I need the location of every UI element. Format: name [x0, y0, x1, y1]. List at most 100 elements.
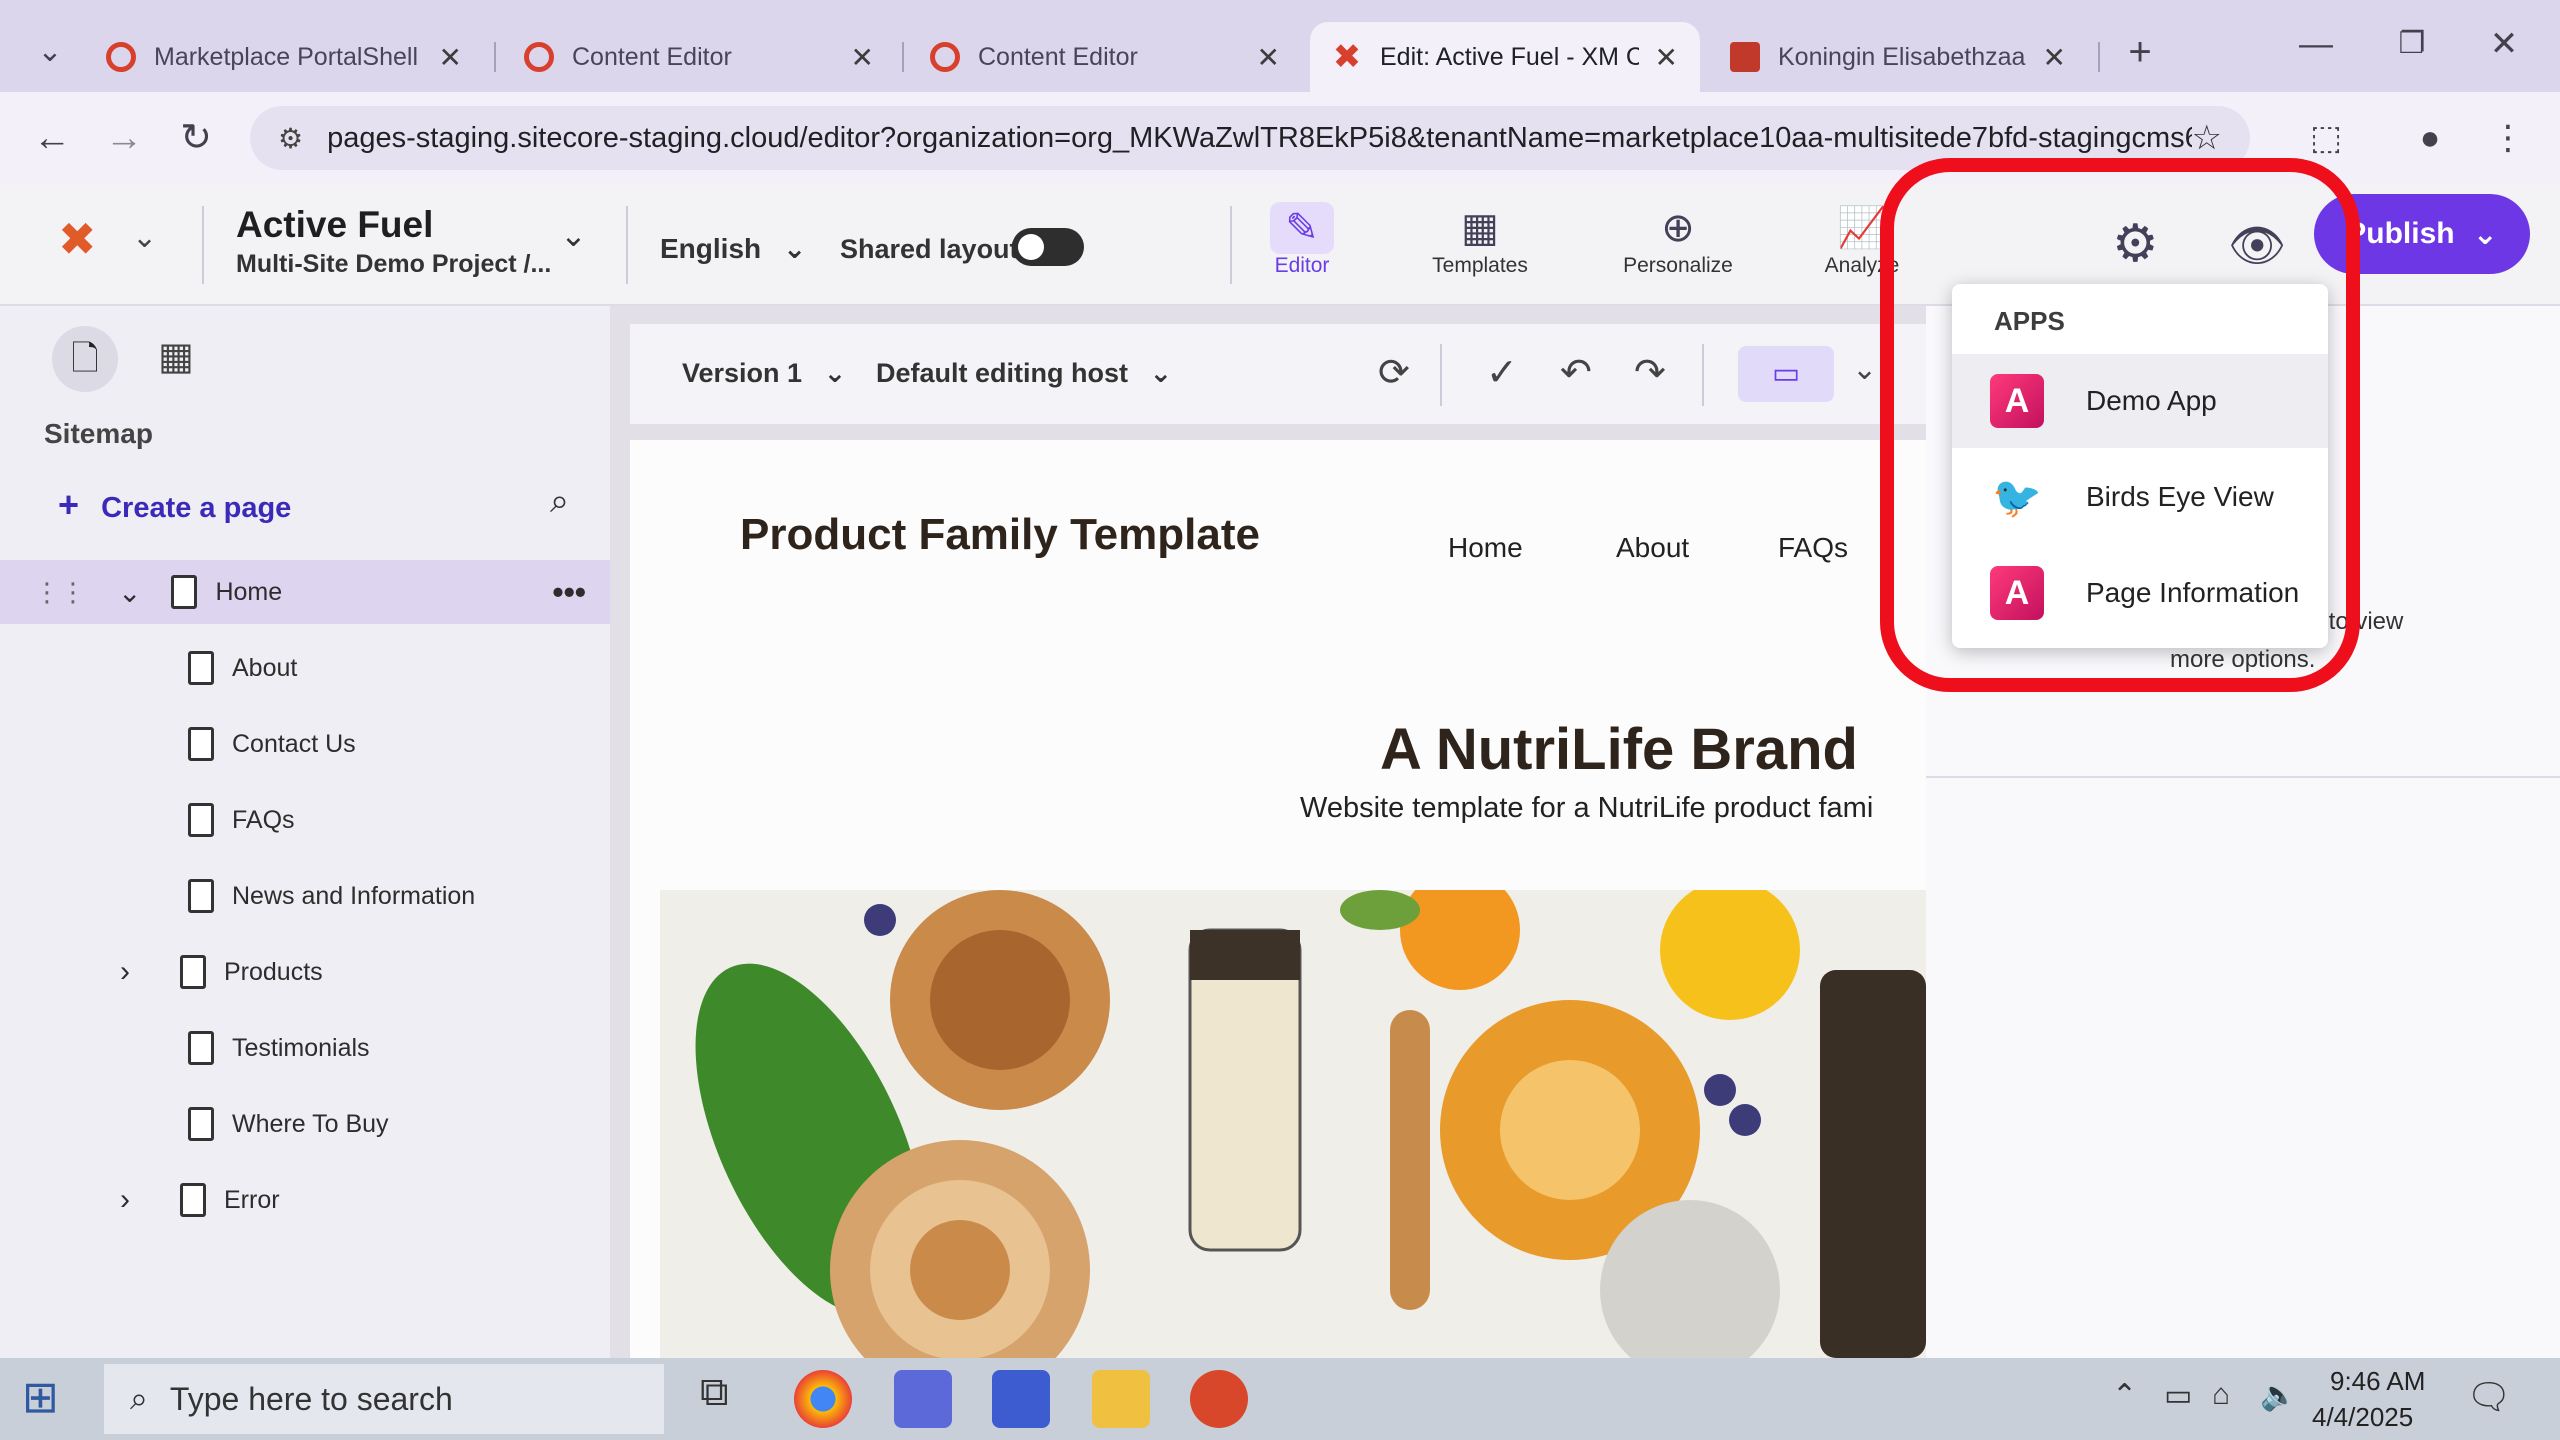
task-view-icon[interactable]: ⧉: [700, 1370, 729, 1415]
tab-divider: [494, 42, 496, 72]
restore-icon[interactable]: ❐: [2382, 14, 2442, 74]
sidebar-item-products[interactable]: › Products: [0, 940, 610, 1004]
sidebar-item-testimonials[interactable]: Testimonials: [0, 1016, 610, 1080]
page-nav-about[interactable]: About: [1616, 532, 1689, 564]
pages-icon[interactable]: 🗋: [52, 326, 118, 392]
file-explorer-icon[interactable]: [1092, 1370, 1150, 1428]
notifications-icon[interactable]: 🗨: [2466, 1376, 2512, 1418]
toolbar-divider: [1440, 344, 1442, 406]
site-title: Active Fuel: [236, 204, 434, 245]
sidebar-item-label: Products: [224, 957, 323, 986]
forward-icon[interactable]: →: [94, 108, 154, 168]
chevron-down-icon[interactable]: ⌄: [118, 576, 141, 609]
sitemap-title: Sitemap: [44, 418, 153, 449]
tab-label: Edit: Active Fuel - XM Clo: [1380, 42, 1639, 71]
page-nav-home[interactable]: Home: [1448, 532, 1523, 564]
personalize-tool[interactable]: ⊕ Personalize: [1608, 202, 1748, 278]
more-options-icon[interactable]: •••: [552, 574, 586, 611]
create-page-button[interactable]: + Create a page: [58, 484, 291, 526]
language-select[interactable]: English ⌄: [660, 232, 806, 265]
tab-label: Koningin Elisabethzaal - (: [1778, 42, 2027, 71]
sidebar-item-label: About: [232, 653, 298, 682]
clock-date[interactable]: 4/4/2025: [2312, 1402, 2413, 1433]
tab-search-chevron-icon[interactable]: ⌄: [20, 22, 80, 82]
taskbar-search-placeholder: Type here to search: [169, 1380, 453, 1417]
version-select[interactable]: Version 1 ⌄: [682, 358, 846, 389]
sidebar-item-contact-us[interactable]: Contact Us: [0, 712, 610, 776]
plus-icon: +: [58, 484, 80, 525]
drag-handle-icon[interactable]: ⋮⋮: [34, 577, 86, 608]
volume-icon[interactable]: 🔈: [2260, 1378, 2297, 1413]
templates-tool[interactable]: ▦ Templates: [1410, 202, 1550, 278]
site-settings-icon[interactable]: ⚙: [278, 122, 303, 155]
close-icon[interactable]: ✕: [851, 41, 874, 74]
tab-koningin[interactable]: Koningin Elisabethzaal - ( ✕: [1708, 22, 2088, 92]
windows-start-icon[interactable]: ⊞: [22, 1372, 59, 1423]
redo-icon[interactable]: ↷: [1634, 350, 1666, 395]
sidebar-item-news[interactable]: News and Information: [0, 864, 610, 928]
search-icon: ⌕: [130, 1380, 148, 1416]
site-chevron-icon[interactable]: ⌄: [560, 216, 587, 254]
browser-menu-icon[interactable]: ⋮: [2478, 108, 2538, 168]
sidebar-item-error[interactable]: › Error: [0, 1168, 610, 1232]
sidebar-item-home[interactable]: ⋮⋮ ⌄ Home •••: [0, 560, 610, 624]
chevron-right-icon[interactable]: ›: [120, 1183, 130, 1217]
device-chevron-icon[interactable]: ⌄: [1852, 352, 1877, 387]
sidebar-item-label: FAQs: [232, 805, 295, 834]
mail-app-icon[interactable]: [894, 1370, 952, 1428]
editor-tool[interactable]: ✎ Editor: [1232, 202, 1372, 278]
sidebar-item-about[interactable]: About: [0, 636, 610, 700]
panel-divider: [1926, 776, 2560, 778]
clock-time[interactable]: 9:46 AM: [2330, 1366, 2425, 1397]
tab-content-editor-1[interactable]: Content Editor ✕: [502, 22, 896, 92]
tab-label: Content Editor: [978, 42, 1138, 71]
page-icon: [188, 1107, 214, 1141]
sync-icon[interactable]: ⟳: [1378, 350, 1410, 395]
check-icon[interactable]: ✓: [1486, 350, 1518, 395]
url-text: pages-staging.sitecore-staging.cloud/edi…: [327, 121, 2192, 154]
sidebar-item-faqs[interactable]: FAQs: [0, 788, 610, 852]
page-icon: [180, 1183, 206, 1217]
edit-page-icon: ✎: [1270, 202, 1334, 254]
brand-heading[interactable]: A NutriLife Brand: [1380, 716, 1858, 783]
page-heading[interactable]: Product Family Template: [740, 510, 1260, 560]
search-icon[interactable]: ⌕: [550, 482, 569, 521]
chrome-icon[interactable]: [794, 1370, 852, 1428]
close-icon[interactable]: ✕: [1655, 41, 1678, 74]
back-icon[interactable]: ←: [22, 108, 82, 168]
close-icon[interactable]: ✕: [1257, 41, 1280, 74]
taskbar-search[interactable]: ⌕ Type here to search: [104, 1364, 664, 1434]
red-highlight-outline: [1880, 158, 2360, 692]
undo-icon[interactable]: ↶: [1560, 350, 1592, 395]
powerpoint-icon[interactable]: [1190, 1370, 1248, 1428]
language-label: English: [660, 233, 762, 264]
sidebar-item-where-to-buy[interactable]: Where To Buy: [0, 1092, 610, 1156]
tab-edit-active-fuel[interactable]: ✖ Edit: Active Fuel - XM Clo ✕: [1310, 22, 1700, 92]
chevron-right-icon[interactable]: ›: [120, 955, 130, 989]
shared-layout-toggle[interactable]: [1012, 228, 1084, 266]
profile-avatar-icon[interactable]: ●: [2400, 108, 2460, 168]
battery-icon[interactable]: ▭: [2164, 1378, 2192, 1413]
reload-icon[interactable]: ↻: [166, 108, 226, 168]
app-switcher-chevron-icon[interactable]: ⌄: [132, 220, 157, 255]
close-icon[interactable]: ✕: [2043, 41, 2066, 74]
brand-tagline[interactable]: Website template for a NutriLife product…: [1300, 792, 1873, 825]
page-icon: [180, 955, 206, 989]
window-close-icon[interactable]: ✕: [2474, 14, 2534, 74]
tray-chevron-icon[interactable]: ⌃: [2112, 1378, 2137, 1413]
components-icon[interactable]: ▦: [158, 334, 194, 379]
network-icon[interactable]: ⌂: [2212, 1378, 2230, 1412]
close-icon[interactable]: ✕: [439, 41, 462, 74]
tab-content-editor-2[interactable]: Content Editor ✕: [908, 22, 1302, 92]
bookmark-star-icon[interactable]: ☆: [2192, 118, 2222, 158]
editing-host-select[interactable]: Default editing host ⌄: [876, 358, 1172, 389]
hero-image[interactable]: [660, 890, 1926, 1358]
tab-marketplace[interactable]: Marketplace PortalShell ✕: [84, 22, 484, 92]
device-desktop-icon[interactable]: ▭: [1738, 346, 1834, 402]
visual-studio-code-icon[interactable]: [992, 1370, 1050, 1428]
page-nav-faqs[interactable]: FAQs: [1778, 532, 1848, 564]
minimize-icon[interactable]: —: [2286, 14, 2346, 74]
new-tab-plus-icon[interactable]: +: [2110, 22, 2170, 82]
xm-logo-icon[interactable]: ✖: [58, 212, 97, 266]
toolbar-divider: [1702, 344, 1704, 406]
